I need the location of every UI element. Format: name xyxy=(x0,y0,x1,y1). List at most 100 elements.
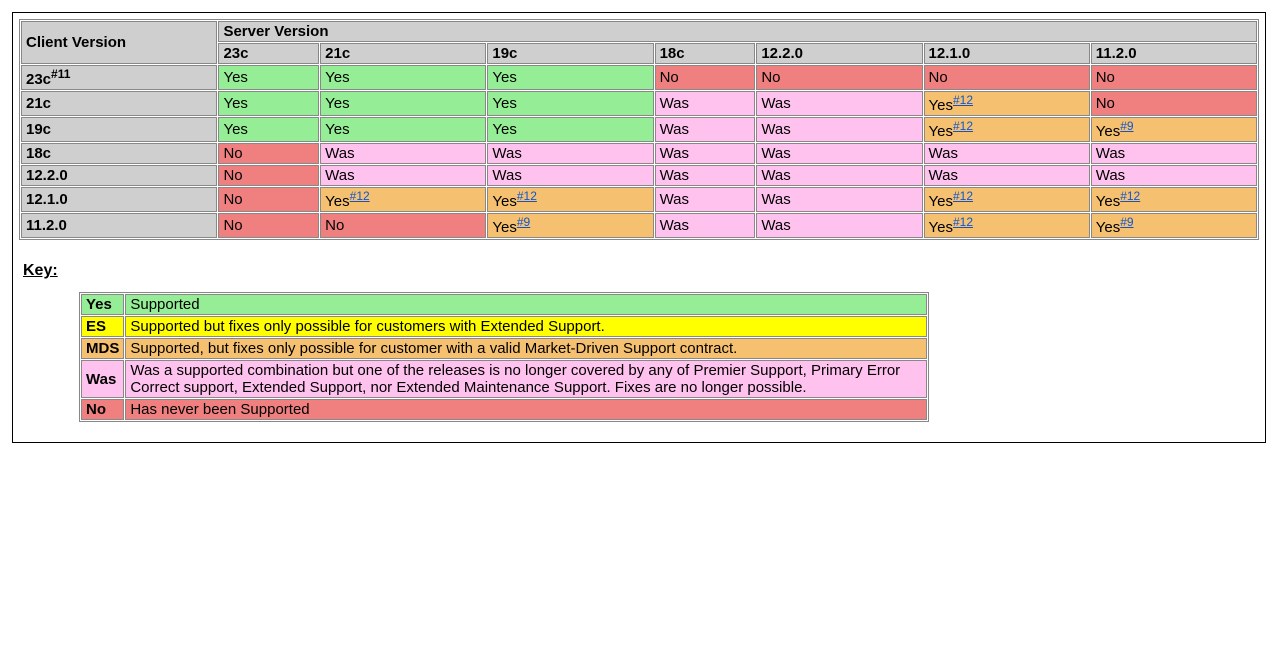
cell-value: Was xyxy=(761,191,790,208)
row-header-label: 18c xyxy=(26,145,51,162)
key-label-was: Was xyxy=(81,360,124,398)
header-server-18c: 18c xyxy=(655,43,756,64)
matrix-cell: Was xyxy=(756,213,922,238)
matrix-cell: Yes#12 xyxy=(487,187,653,212)
matrix-cell: No xyxy=(320,213,486,238)
cell-value: No xyxy=(1096,69,1115,86)
cell-value: Was xyxy=(1096,167,1125,184)
footnote-link[interactable]: #12 xyxy=(350,189,370,203)
cell-value: Yes xyxy=(929,219,953,236)
cell-value: Was xyxy=(1096,145,1125,162)
cell-value: Yes xyxy=(1096,193,1120,210)
row-header-18c: 18c xyxy=(21,143,217,164)
matrix-cell: Was xyxy=(1091,165,1257,186)
key-label-es: ES xyxy=(81,316,124,337)
matrix-header: Client Version Server Version 23c21c19c1… xyxy=(21,21,1257,64)
matrix-cell: Yes#12 xyxy=(320,187,486,212)
key-heading: Key: xyxy=(23,262,1259,280)
cell-value: Yes xyxy=(929,123,953,140)
cell-value: Was xyxy=(761,145,790,162)
footnote-link[interactable]: #12 xyxy=(953,119,973,133)
footnote-link[interactable]: #12 xyxy=(953,93,973,107)
matrix-cell: No xyxy=(218,143,319,164)
matrix-cell: Was xyxy=(756,91,922,116)
matrix-cell: No xyxy=(218,213,319,238)
support-matrix-table: Client Version Server Version 23c21c19c1… xyxy=(19,19,1259,240)
matrix-cell: Was xyxy=(655,165,756,186)
key-row: YesSupported xyxy=(81,294,927,315)
cell-value: Was xyxy=(761,121,790,138)
footnote-link[interactable]: #12 xyxy=(1120,189,1140,203)
key-row: MDSSupported, but fixes only possible fo… xyxy=(81,338,927,359)
key-row: NoHas never been Supported xyxy=(81,399,927,420)
matrix-cell: Was xyxy=(924,143,1090,164)
matrix-cell: Was xyxy=(756,187,922,212)
cell-value: Was xyxy=(660,167,689,184)
row-header-19c: 19c xyxy=(21,117,217,142)
matrix-cell: Was xyxy=(1091,143,1257,164)
row-header-11.2.0: 11.2.0 xyxy=(21,213,217,238)
matrix-cell: Yes#12 xyxy=(924,91,1090,116)
table-row: 18cNoWasWasWasWasWasWas xyxy=(21,143,1257,164)
cell-value: No xyxy=(1096,95,1115,112)
matrix-cell: Yes xyxy=(320,117,486,142)
cell-value: Yes xyxy=(223,69,247,86)
matrix-cell: Was xyxy=(655,213,756,238)
key-description: Supported but fixes only possible for cu… xyxy=(125,316,927,337)
key-label-yes: Yes xyxy=(81,294,124,315)
cell-value: Yes xyxy=(223,121,247,138)
table-row: 21cYesYesYesWasWasYes#12No xyxy=(21,91,1257,116)
matrix-cell: Yes xyxy=(218,91,319,116)
cell-value: Was xyxy=(660,121,689,138)
cell-value: Yes xyxy=(492,95,516,112)
document-frame: Client Version Server Version 23c21c19c1… xyxy=(12,12,1266,443)
matrix-cell: Yes xyxy=(487,91,653,116)
footnote-link[interactable]: #12 xyxy=(953,189,973,203)
cell-value: Yes xyxy=(325,95,349,112)
footnote-link[interactable]: #9 xyxy=(1120,215,1133,229)
header-server-21c: 21c xyxy=(320,43,486,64)
cell-value: Was xyxy=(660,217,689,234)
table-row: 12.1.0NoYes#12Yes#12WasWasYes#12Yes#12 xyxy=(21,187,1257,212)
footnote-link[interactable]: #12 xyxy=(517,189,537,203)
footnote-link[interactable]: #9 xyxy=(517,215,530,229)
matrix-cell: Yes xyxy=(320,65,486,90)
cell-value: Yes xyxy=(492,69,516,86)
matrix-cell: No xyxy=(1091,65,1257,90)
cell-value: Yes xyxy=(492,121,516,138)
matrix-body: 23c#11YesYesYesNoNoNoNo21cYesYesYesWasWa… xyxy=(21,65,1257,238)
cell-value: No xyxy=(223,167,242,184)
footnote-link[interactable]: #9 xyxy=(1120,119,1133,133)
header-server-12.2.0: 12.2.0 xyxy=(756,43,922,64)
row-header-label: 12.2.0 xyxy=(26,167,68,184)
header-server-11.2.0: 11.2.0 xyxy=(1091,43,1257,64)
matrix-cell: Was xyxy=(655,187,756,212)
row-header-23c: 23c#11 xyxy=(21,65,217,90)
row-header-label: 11.2.0 xyxy=(26,217,67,234)
key-description: Supported xyxy=(125,294,927,315)
matrix-cell: Yes xyxy=(218,65,319,90)
key-description: Has never been Supported xyxy=(125,399,927,420)
row-header-label: 12.1.0 xyxy=(26,191,68,208)
header-server-19c: 19c xyxy=(487,43,653,64)
matrix-cell: Yes#9 xyxy=(487,213,653,238)
matrix-cell: Was xyxy=(756,143,922,164)
cell-value: Yes xyxy=(325,69,349,86)
key-row: WasWas a supported combination but one o… xyxy=(81,360,927,398)
cell-value: Yes xyxy=(325,121,349,138)
matrix-cell: No xyxy=(218,165,319,186)
footnote-link[interactable]: #12 xyxy=(953,215,973,229)
cell-value: Was xyxy=(492,167,521,184)
cell-value: Yes xyxy=(929,193,953,210)
cell-value: No xyxy=(929,69,948,86)
cell-value: Yes xyxy=(492,193,516,210)
matrix-cell: Was xyxy=(756,117,922,142)
matrix-cell: Was xyxy=(655,117,756,142)
header-server-12.1.0: 12.1.0 xyxy=(924,43,1090,64)
matrix-cell: Yes#9 xyxy=(1091,117,1257,142)
matrix-cell: Yes#12 xyxy=(924,117,1090,142)
cell-value: Was xyxy=(761,95,790,112)
table-row: 12.2.0NoWasWasWasWasWasWas xyxy=(21,165,1257,186)
cell-value: No xyxy=(761,69,780,86)
matrix-cell: No xyxy=(218,187,319,212)
